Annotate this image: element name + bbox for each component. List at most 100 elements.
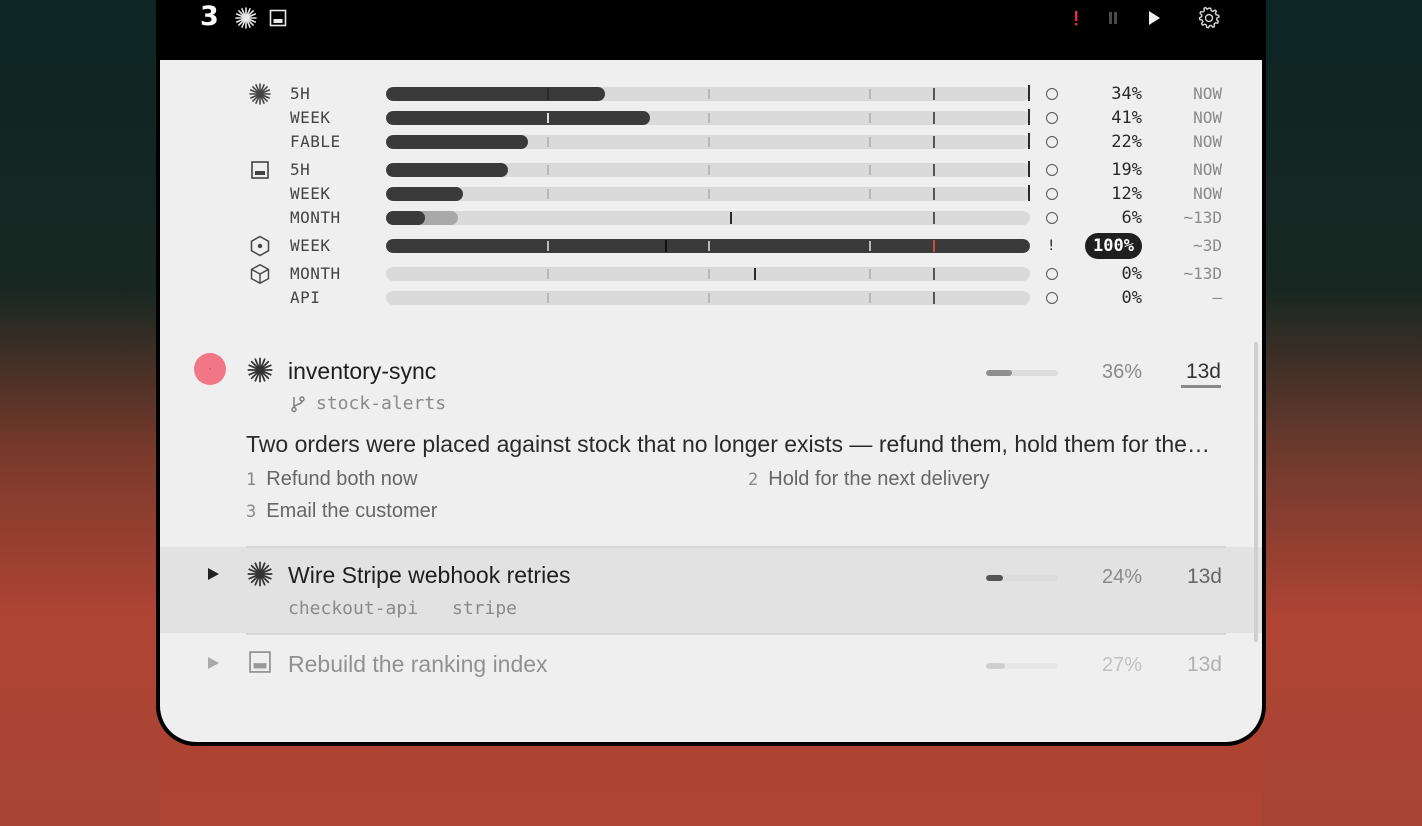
status-circle-icon — [1046, 112, 1058, 124]
task-title[interactable]: inventory-sync — [288, 357, 436, 385]
status-circle-icon — [1046, 292, 1058, 304]
task-tag: stripe — [452, 598, 518, 619]
meter-label: FABLE — [290, 132, 341, 151]
status-circle-icon — [1046, 136, 1058, 148]
meter-percent: 19% — [1111, 160, 1142, 180]
git-branch-icon — [291, 396, 305, 413]
option-1[interactable]: 1 Refund both now — [246, 466, 417, 493]
status-circle-icon — [1046, 188, 1058, 200]
main-panel: 5H 34% NOW WEEK 41% NOW FABLE 22% NOW 5H… — [160, 60, 1262, 742]
meter-track — [386, 267, 1030, 281]
meter-reset: NOW — [1193, 160, 1222, 179]
meter-row: 5H 34% NOW — [160, 83, 1262, 105]
desktop-background-right — [1262, 0, 1422, 826]
task-percent: 27% — [1101, 654, 1142, 676]
meter-fill — [386, 187, 464, 201]
cube-icon — [250, 264, 270, 284]
attention-indicator[interactable] — [194, 353, 226, 385]
meter-percent: 0% — [1121, 288, 1142, 308]
task-question: Two orders were placed against stock tha… — [246, 431, 1216, 457]
task-title[interactable]: Wire Stripe webhook retries — [288, 561, 571, 589]
status-circle-icon — [1046, 164, 1058, 176]
claude-burst-icon — [249, 83, 271, 105]
meter-row: WEEK 41% NOW — [160, 107, 1262, 129]
meter-reset: — — [1212, 288, 1222, 307]
claude-burst-icon — [247, 357, 273, 383]
meter-reset: NOW — [1193, 184, 1222, 203]
meter-percent: 6% — [1121, 208, 1142, 228]
meter-row: WEEK ! 100% ~3D — [160, 233, 1262, 259]
meter-reset: NOW — [1193, 84, 1222, 103]
top-bar: 3 — [156, 0, 1266, 60]
option-2[interactable]: 2 Hold for the next delivery — [748, 466, 989, 493]
meter-percent-badge: 100% — [1085, 233, 1142, 259]
claude-burst-icon — [247, 561, 273, 587]
task-age: 13d — [1186, 565, 1222, 588]
meter-percent: 22% — [1111, 132, 1142, 152]
meter-fill — [386, 111, 651, 125]
task-progress-bar — [986, 370, 1058, 376]
meter-track — [386, 239, 1030, 253]
task-percent: 36% — [1101, 361, 1142, 383]
hexagon-icon — [250, 235, 270, 257]
pause-icon[interactable] — [1101, 6, 1125, 30]
meter-row: MONTH 6% ~13D — [160, 207, 1262, 229]
task-title[interactable]: Rebuild the ranking index — [288, 650, 548, 678]
meter-percent: 34% — [1111, 84, 1142, 104]
meter-track — [386, 135, 1030, 149]
alert-icon[interactable] — [1064, 6, 1088, 30]
desktop-background-left — [0, 0, 160, 826]
branch-name: stock-alerts — [316, 393, 447, 414]
meter-fill — [386, 135, 528, 149]
meter-label: 5H — [290, 160, 311, 179]
meter-label: WEEK — [290, 108, 331, 127]
alert-icon: ! — [1047, 238, 1056, 254]
meter-track — [386, 163, 1030, 177]
meter-row: FABLE 22% NOW — [160, 131, 1262, 153]
task-percent: 24% — [1101, 566, 1142, 588]
meter-row: API 0% — — [160, 287, 1262, 309]
meter-label: MONTH — [290, 208, 341, 227]
meter-label: WEEK — [290, 184, 331, 203]
meter-reset: ~13D — [1183, 264, 1222, 283]
meter-label: API — [290, 288, 321, 307]
meter-row: 5H 19% NOW — [160, 159, 1262, 181]
meter-fill — [386, 211, 425, 225]
task-age: 13d — [1186, 653, 1222, 676]
meter-track — [386, 87, 1030, 101]
status-circle-icon — [1046, 212, 1058, 224]
window-icon — [249, 651, 271, 673]
meter-fill — [386, 87, 605, 101]
task-progress-bar — [986, 663, 1058, 669]
meter-percent: 12% — [1111, 184, 1142, 204]
window-icon — [251, 161, 269, 179]
session-count: 3 — [200, 1, 219, 32]
meter-percent: 0% — [1121, 264, 1142, 284]
gear-icon[interactable] — [1196, 5, 1222, 31]
meter-row: WEEK 12% NOW — [160, 183, 1262, 205]
expand-arrow-icon[interactable] — [208, 657, 219, 669]
status-circle-icon — [1046, 268, 1058, 280]
meter-track — [386, 111, 1030, 125]
meter-reset: ~13D — [1183, 208, 1222, 227]
option-3[interactable]: 3 Email the customer — [246, 498, 437, 525]
meter-reset: NOW — [1193, 132, 1222, 151]
window-icon[interactable] — [266, 6, 290, 30]
play-icon[interactable] — [1141, 6, 1165, 30]
meter-label: MONTH — [290, 264, 341, 283]
meter-label: WEEK — [290, 236, 331, 255]
app-window: 3 5H 34% NOW WEEK 41% NOW FABLE 22% NOW … — [156, 0, 1266, 746]
claude-burst-icon[interactable] — [234, 6, 258, 30]
meter-label: 5H — [290, 84, 311, 103]
meter-reset: NOW — [1193, 108, 1222, 127]
task-age[interactable]: 13d — [1181, 359, 1221, 388]
meter-row: MONTH 0% ~13D — [160, 263, 1262, 285]
task-progress-bar — [986, 575, 1058, 581]
meter-track — [386, 211, 1030, 225]
meter-percent: 41% — [1111, 108, 1142, 128]
meter-reset: ~3D — [1193, 236, 1222, 255]
meter-fill — [386, 163, 509, 177]
meter-track — [386, 291, 1030, 305]
expand-arrow-icon[interactable] — [208, 568, 219, 580]
scrollbar[interactable] — [1254, 342, 1258, 642]
